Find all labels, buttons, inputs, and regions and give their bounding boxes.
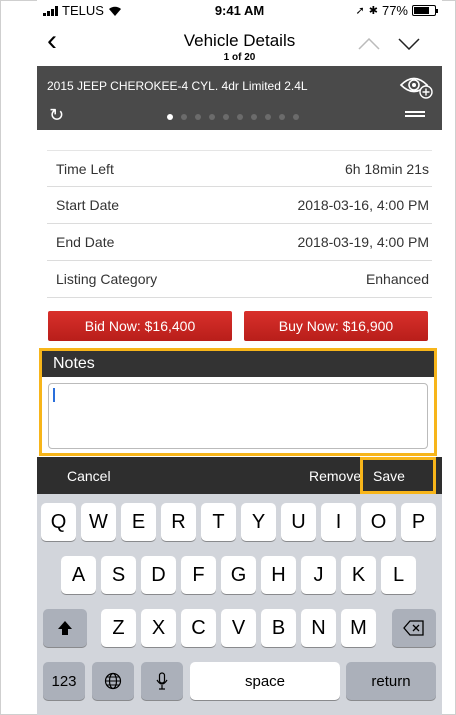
detail-label: Listing Category (56, 271, 158, 287)
text-cursor (53, 388, 55, 402)
globe-icon[interactable] (92, 662, 134, 700)
microphone-icon[interactable] (141, 662, 183, 700)
key-k[interactable]: K (341, 556, 376, 594)
next-vehicle-chevron-down-icon[interactable] (398, 38, 420, 50)
page-dot[interactable] (251, 114, 257, 120)
key-q[interactable]: Q (41, 503, 76, 541)
listing-details: Time Left 6h 18min 21s Start Date 2018-0… (47, 150, 432, 298)
hamburger-menu-icon[interactable] (405, 111, 425, 119)
page-dot[interactable] (195, 114, 201, 120)
refresh-icon[interactable]: ↻ (49, 105, 64, 126)
shift-arrow-icon[interactable] (43, 609, 87, 647)
page-dot[interactable] (209, 114, 215, 120)
detail-label: End Date (56, 234, 115, 250)
space-key[interactable]: space (190, 662, 340, 700)
phone-screen: TELUS 9:41 AM ➚ ✱ 77% ‹ Vehicle Details … (37, 0, 442, 715)
detail-row-time-left: Time Left 6h 18min 21s (47, 150, 432, 187)
detail-value: 6h 18min 21s (344, 160, 429, 177)
key-m[interactable]: M (341, 609, 376, 647)
page-title: Vehicle Details (183, 31, 296, 50)
key-h[interactable]: H (261, 556, 296, 594)
notes-panel: Notes (39, 348, 437, 456)
status-right: ➚ ✱ 77% (355, 3, 438, 18)
bid-now-button[interactable]: Bid Now: $16,400 (48, 311, 232, 341)
detail-value: 2018-03-19, 4:00 PM (297, 234, 429, 250)
key-c[interactable]: C (181, 609, 216, 647)
key-w[interactable]: W (81, 503, 116, 541)
key-o[interactable]: O (361, 503, 396, 541)
key-b[interactable]: B (261, 609, 296, 647)
key-p[interactable]: P (401, 503, 436, 541)
key-g[interactable]: G (221, 556, 256, 594)
navigation-bar: ‹ Vehicle Details 1 of 20 (37, 20, 442, 66)
detail-value: 2018-03-16, 4:00 PM (297, 197, 429, 213)
key-i[interactable]: I (321, 503, 356, 541)
key-z[interactable]: Z (101, 609, 136, 647)
key-r[interactable]: R (161, 503, 196, 541)
key-d[interactable]: D (141, 556, 176, 594)
buy-now-button[interactable]: Buy Now: $16,900 (244, 311, 428, 341)
page-dot[interactable] (279, 114, 285, 120)
key-x[interactable]: X (141, 609, 176, 647)
page-dot[interactable] (237, 114, 243, 120)
notes-toolbar: Cancel Remove Save (37, 457, 442, 494)
status-bar: TELUS 9:41 AM ➚ ✱ 77% (37, 0, 442, 20)
detail-row-listing-category: Listing Category Enhanced (47, 261, 432, 298)
page-dot[interactable] (223, 114, 229, 120)
page-counter: 1 of 20 (223, 52, 256, 63)
detail-label: Time Left (56, 160, 114, 177)
key-e[interactable]: E (121, 503, 156, 541)
vehicle-title: 2015 JEEP CHEROKEE-4 CYL. 4dr Limited 2.… (47, 79, 308, 93)
page-dot[interactable] (293, 114, 299, 120)
key-j[interactable]: J (301, 556, 336, 594)
detail-label: Start Date (56, 197, 120, 213)
cancel-button[interactable]: Cancel (67, 468, 111, 484)
page-dot[interactable] (265, 114, 271, 120)
bluetooth-icon: ✱ (368, 5, 378, 17)
backspace-icon[interactable] (392, 609, 436, 647)
numbers-key[interactable]: 123 (43, 662, 85, 700)
remove-button[interactable]: Remove (309, 468, 361, 484)
key-l[interactable]: L (381, 556, 416, 594)
key-f[interactable]: F (181, 556, 216, 594)
watch-eye-add-icon[interactable] (399, 74, 433, 100)
battery-fill (414, 7, 430, 14)
location-icon: ➚ (355, 5, 365, 17)
key-u[interactable]: U (281, 503, 316, 541)
vehicle-header: 2015 JEEP CHEROKEE-4 CYL. 4dr Limited 2.… (37, 66, 442, 130)
previous-vehicle-chevron-up-icon[interactable] (358, 38, 380, 50)
battery-percent: 77% (381, 3, 408, 18)
action-buttons: Bid Now: $16,400 Buy Now: $16,900 (48, 311, 428, 341)
page-dot[interactable] (167, 114, 173, 120)
detail-row-end-date: End Date 2018-03-19, 4:00 PM (47, 224, 432, 261)
key-y[interactable]: Y (241, 503, 276, 541)
on-screen-keyboard: 123 space return QWERTYUIOP ASDFGHJKL ZXCV… (37, 494, 442, 715)
key-a[interactable]: A (61, 556, 96, 594)
notes-header: Notes (42, 351, 434, 377)
battery-icon (412, 5, 438, 16)
key-s[interactable]: S (101, 556, 136, 594)
carousel-page-dots (167, 114, 299, 120)
save-button[interactable]: Save (360, 457, 436, 494)
key-n[interactable]: N (301, 609, 336, 647)
detail-value: Enhanced (365, 271, 429, 287)
detail-row-start-date: Start Date 2018-03-16, 4:00 PM (47, 187, 432, 224)
page-dot[interactable] (181, 114, 187, 120)
key-v[interactable]: V (221, 609, 256, 647)
notes-textarea[interactable] (48, 383, 428, 449)
key-t[interactable]: T (201, 503, 236, 541)
return-key[interactable]: return (346, 662, 436, 700)
